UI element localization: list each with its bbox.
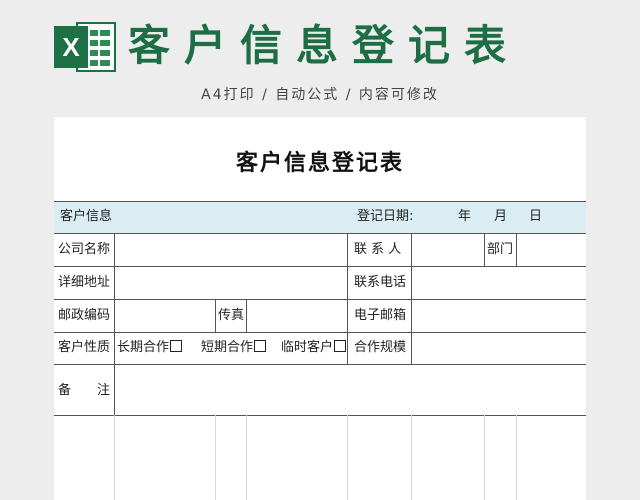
email-label: 电子邮箱	[354, 308, 407, 323]
date-day-label: 日	[529, 209, 543, 224]
scale-field[interactable]	[412, 333, 586, 364]
postcode-label: 邮政编码	[58, 308, 111, 323]
excel-logo-icon: X	[54, 20, 116, 74]
checkbox-long-term[interactable]	[170, 340, 183, 352]
date-label: 登记日期:	[357, 209, 414, 224]
email-field[interactable]	[412, 300, 586, 332]
scale-label: 合作规模	[354, 340, 407, 355]
department-label: 部门	[487, 242, 514, 257]
address-field[interactable]	[115, 267, 347, 299]
phone-field[interactable]	[412, 267, 586, 299]
date-year-label: 年	[458, 209, 472, 224]
option-short-term[interactable]: 短期合作	[201, 340, 267, 356]
section-label: 客户信息	[60, 209, 113, 224]
form-document: 客户信息登记表 客户信息 登记日期: 年 月 日 公司名称 联 系 人 部门 详…	[54, 117, 586, 500]
company-label: 公司名称	[58, 242, 111, 257]
checkbox-short-term[interactable]	[254, 340, 267, 352]
contact-field[interactable]	[412, 234, 484, 266]
date-month-label: 月	[494, 209, 508, 224]
checkbox-temporary[interactable]	[334, 340, 347, 352]
feature-subtitle: A4打印 / 自动公式 / 内容可修改	[201, 87, 439, 103]
address-label: 详细地址	[58, 275, 111, 290]
company-field[interactable]	[115, 234, 347, 266]
remark-label: 备 注	[58, 383, 111, 398]
fax-field[interactable]	[247, 300, 347, 332]
page-title: 客户信息登记表	[128, 21, 521, 70]
excel-logo-letter: X	[54, 26, 88, 68]
department-field[interactable]	[517, 234, 586, 266]
phone-label: 联系电话	[354, 275, 407, 290]
banner: X 客户信息登记表 A4打印 / 自动公式 / 内容可修改	[0, 0, 640, 110]
fax-label: 传真	[218, 308, 245, 323]
option-long-term[interactable]: 长期合作	[117, 340, 183, 356]
form-grid: 客户信息 登记日期: 年 月 日 公司名称 联 系 人 部门 详细地址 联系电话…	[54, 117, 586, 500]
customer-type-label: 客户性质	[58, 340, 111, 355]
contact-label: 联 系 人	[354, 242, 402, 257]
postcode-field[interactable]	[115, 300, 215, 332]
remark-field[interactable]	[115, 365, 586, 415]
option-temporary[interactable]: 临时客户	[281, 340, 347, 356]
